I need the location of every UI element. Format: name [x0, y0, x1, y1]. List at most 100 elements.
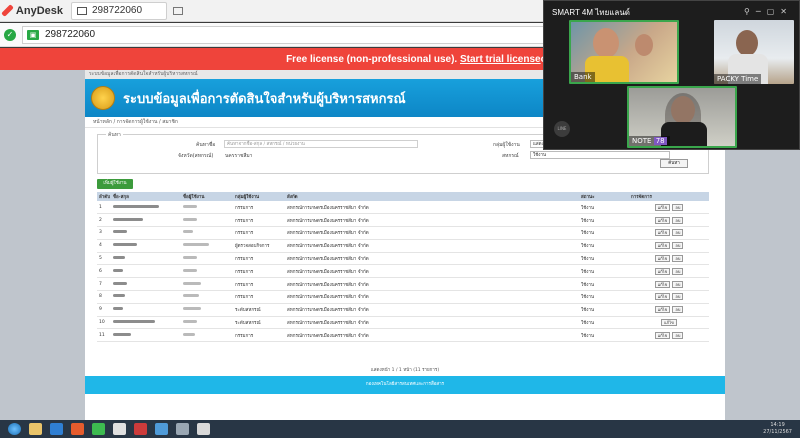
clock-date: 27/11/2567	[763, 429, 792, 435]
cell-status: ใช้งาน	[579, 201, 629, 215]
delete-button[interactable]: ลบ	[672, 216, 684, 224]
cell-name	[111, 213, 181, 228]
minimize-icon[interactable]: ─	[756, 7, 767, 16]
chrome-icon[interactable]	[113, 423, 126, 435]
participant-tile-packy[interactable]: PACKY Time	[714, 20, 794, 84]
edit-button[interactable]: แก้ไข	[654, 242, 671, 250]
cell-actions: แก้ไข ลบ	[629, 213, 709, 228]
line-app-icon[interactable]	[92, 423, 105, 435]
site-title: ระบบข้อมูลเพื่อการตัดสินใจสำหรับผู้บริหา…	[123, 91, 406, 107]
delete-button[interactable]: ลบ	[672, 267, 684, 275]
cell-group: กรรมการ	[233, 201, 285, 215]
cell-name	[111, 290, 181, 304]
edit-button[interactable]: แก้ไข	[654, 255, 671, 263]
start-button-icon[interactable]	[8, 423, 21, 435]
anydesk-taskbar-icon[interactable]	[134, 423, 147, 435]
file-explorer-icon[interactable]	[29, 423, 42, 435]
col-name: ชื่อ-สกุล	[111, 192, 181, 201]
users-table: ลำดับ ชื่อ-สกุล ชื่อผู้ใช้งาน กลุ่มผู้ใช…	[97, 192, 709, 343]
search-button[interactable]: ค้นหา	[660, 159, 688, 168]
edit-button[interactable]: แก้ไข	[654, 203, 671, 211]
cell-group: กรรมการ	[233, 277, 285, 292]
cell-name	[111, 201, 181, 215]
line-logo-icon: LINE	[554, 121, 570, 137]
ie-browser-icon[interactable]	[50, 423, 63, 435]
media-player-icon[interactable]	[71, 423, 84, 435]
redacted-username	[183, 294, 199, 298]
edit-button[interactable]: แก้ไข	[661, 319, 677, 327]
name-search-input[interactable]: ค้นหาจากชื่อ-สกุล / สหกรณ์ / หน่วยงาน	[224, 140, 418, 148]
col-actions: การจัดการ	[629, 192, 709, 201]
taskbar-clock[interactable]: 14:19 27/11/2567	[763, 422, 792, 436]
connected-check-icon: ✓	[4, 28, 16, 41]
cell-no: 4	[97, 239, 111, 253]
video-call-window[interactable]: SMART 4M ไทยแลนด์ ⚲─▢✕ Bank PACKY Time N…	[543, 0, 800, 150]
delete-button[interactable]: ลบ	[672, 306, 684, 314]
table-row: 4 ผู้ตรวจสอบกิจการ สหกรณ์การเกษตรเมืองนครร…	[97, 239, 709, 253]
edit-button[interactable]: แก้ไข	[654, 229, 671, 237]
maximize-icon[interactable]: ▢	[767, 7, 781, 16]
chrome-icon-2[interactable]	[197, 423, 210, 435]
table-row: 2 กรรมการ สหกรณ์การเกษตรเมืองนครราชสีมา จำ…	[97, 213, 709, 228]
cell-name	[111, 264, 181, 279]
cell-username	[181, 264, 233, 279]
participant-tile-note[interactable]: NOTE 78	[627, 86, 737, 148]
edit-button[interactable]: แก้ไข	[654, 267, 671, 275]
new-session-icon[interactable]	[173, 6, 183, 15]
group-label: กลุ่มผู้ใช้งาน	[493, 142, 520, 148]
delete-button[interactable]: ลบ	[672, 242, 684, 250]
cell-org: สหกรณ์การเกษตรเมืองนครราชสีมา จำกัด	[285, 316, 579, 330]
cell-no: 10	[97, 316, 111, 330]
redacted-name	[113, 268, 123, 272]
pagination-info: แสดงหน้า 1 / 1 หน้า (11 รายการ)	[370, 368, 440, 373]
edit-button[interactable]: แก้ไข	[654, 280, 671, 288]
video-window-controls[interactable]: ⚲─▢✕	[744, 7, 793, 16]
edit-button[interactable]: แก้ไข	[654, 293, 671, 301]
clock-time: 14:19	[770, 422, 785, 428]
trial-license-link[interactable]: Start trial license	[460, 54, 541, 65]
cell-username	[181, 303, 233, 317]
cell-org: สหกรณ์การเกษตรเมืองนครราชสีมา จำกัด	[285, 264, 579, 279]
delete-button[interactable]: ลบ	[672, 229, 684, 237]
participant-name-note-bar: NOTE 78	[629, 136, 670, 146]
app-window-icon[interactable]	[155, 423, 168, 435]
delete-button[interactable]: ลบ	[672, 255, 684, 263]
cell-group: ระดับสหกรณ์	[233, 303, 285, 317]
cell-username	[181, 213, 233, 228]
cell-username	[181, 316, 233, 330]
delete-button[interactable]: ลบ	[672, 331, 684, 339]
screen-icon: ▣	[27, 29, 39, 40]
cell-status: ใช้งาน	[579, 252, 629, 266]
session-tab[interactable]: 298722060	[71, 1, 167, 20]
redacted-username	[183, 307, 201, 311]
search-legend: ค้นหา	[106, 131, 123, 139]
cell-name	[111, 316, 181, 330]
col-group: กลุ่มผู้ใช้งาน	[233, 192, 285, 201]
cooperative-seal-logo	[91, 86, 115, 110]
participant-name-packy: PACKY Time	[714, 74, 762, 84]
cell-group: ผู้ตรวจสอบกิจการ	[233, 239, 285, 253]
cell-status: ใช้งาน	[579, 213, 629, 228]
edit-button[interactable]: แก้ไข	[654, 331, 671, 339]
cell-group: กรรมการ	[233, 226, 285, 240]
redacted-name	[113, 294, 125, 298]
redacted-username	[183, 268, 197, 272]
add-user-button[interactable]: เพิ่มผู้ใช้งาน	[97, 179, 133, 189]
pin-icon[interactable]: ⚲	[744, 7, 756, 16]
participant-tile-bank[interactable]: Bank	[569, 20, 679, 84]
app-window-icon-2[interactable]	[176, 423, 189, 435]
close-icon[interactable]: ✕	[780, 7, 793, 16]
address-input[interactable]: ▣ 298722060	[22, 25, 552, 44]
table-row: 1 กรรมการ สหกรณ์การเกษตรเมืองนครราชสีมา จำ…	[97, 201, 709, 215]
delete-button[interactable]: ลบ	[672, 203, 684, 211]
edit-button[interactable]: แก้ไข	[654, 216, 671, 224]
delete-button[interactable]: ลบ	[672, 293, 684, 301]
edit-button[interactable]: แก้ไข	[654, 306, 671, 314]
cell-name	[111, 226, 181, 240]
delete-button[interactable]: ลบ	[672, 280, 684, 288]
cell-org: สหกรณ์การเกษตรเมืองนครราชสีมา จำกัด	[285, 201, 579, 215]
coop-select[interactable]: ใช้งาน	[530, 151, 670, 159]
cell-username	[181, 226, 233, 240]
cell-group: กรรมการ	[233, 290, 285, 304]
cell-username	[181, 252, 233, 266]
